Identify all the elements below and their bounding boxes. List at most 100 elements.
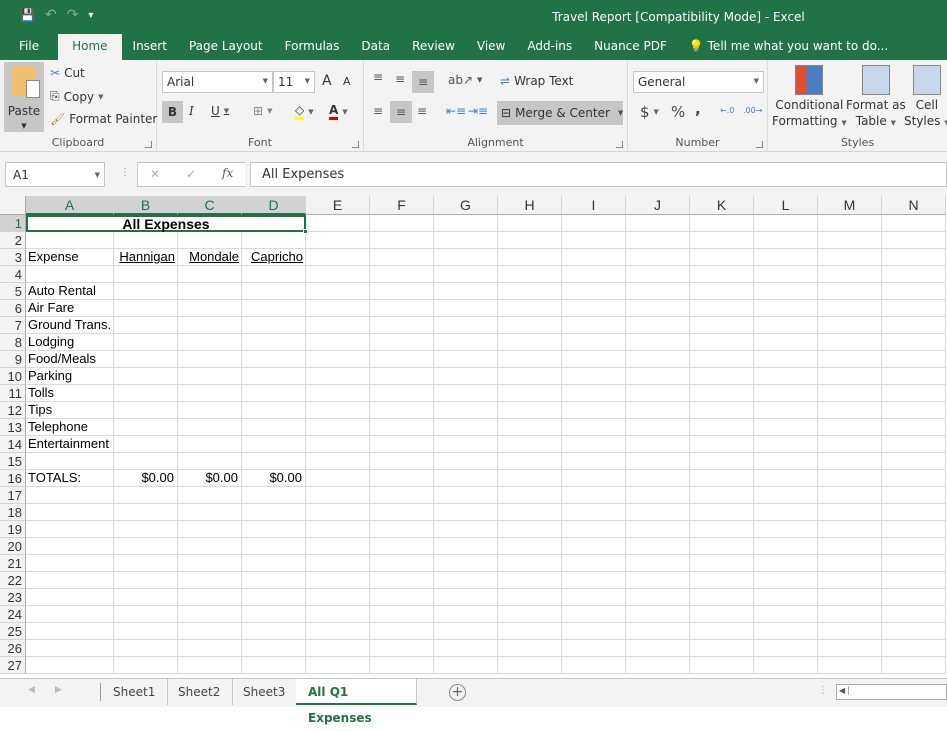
cell-g14[interactable] bbox=[434, 436, 498, 453]
cell-a1-title[interactable]: All Expenses bbox=[26, 215, 306, 232]
cell-e18[interactable] bbox=[306, 504, 370, 521]
cell-c15[interactable] bbox=[178, 453, 242, 470]
cell-l21[interactable] bbox=[754, 555, 818, 572]
row-header-9[interactable]: 9 bbox=[0, 351, 26, 368]
cell-c4[interactable] bbox=[178, 266, 242, 283]
cell-i2[interactable] bbox=[562, 232, 626, 249]
tab-view[interactable]: View bbox=[466, 34, 516, 60]
cell-l11[interactable] bbox=[754, 385, 818, 402]
cell-a6[interactable]: Air Fare bbox=[26, 300, 114, 317]
cell-k22[interactable] bbox=[690, 572, 754, 589]
cell-e9[interactable] bbox=[306, 351, 370, 368]
cell-g26[interactable] bbox=[434, 640, 498, 657]
underline-button[interactable]: U ▼ bbox=[211, 104, 229, 118]
cell-i27[interactable] bbox=[562, 657, 626, 674]
row-header-19[interactable]: 19 bbox=[0, 521, 26, 538]
cell-j15[interactable] bbox=[626, 453, 690, 470]
row-header-2[interactable]: 2 bbox=[0, 232, 26, 249]
cell-m9[interactable] bbox=[818, 351, 882, 368]
cell-b24[interactable] bbox=[114, 606, 178, 623]
cell-l19[interactable] bbox=[754, 521, 818, 538]
cell-l7[interactable] bbox=[754, 317, 818, 334]
cell-j10[interactable] bbox=[626, 368, 690, 385]
align-left-button[interactable]: ≡ bbox=[373, 104, 383, 118]
cell-l10[interactable] bbox=[754, 368, 818, 385]
font-size-select[interactable]: 11 ▼ bbox=[273, 71, 315, 93]
row-header-12[interactable]: 12 bbox=[0, 402, 26, 419]
cell-h2[interactable] bbox=[498, 232, 562, 249]
cell-g20[interactable] bbox=[434, 538, 498, 555]
cell-m1[interactable] bbox=[818, 215, 882, 232]
cell-k25[interactable] bbox=[690, 623, 754, 640]
cell-i25[interactable] bbox=[562, 623, 626, 640]
cell-d8[interactable] bbox=[242, 334, 306, 351]
cell-h7[interactable] bbox=[498, 317, 562, 334]
sheet-tab-sheet2[interactable]: Sheet2 bbox=[166, 679, 234, 705]
cell-a22[interactable] bbox=[26, 572, 114, 589]
column-header-j[interactable]: J bbox=[626, 196, 690, 215]
cell-l9[interactable] bbox=[754, 351, 818, 368]
cell-f3[interactable] bbox=[370, 249, 434, 266]
cell-g8[interactable] bbox=[434, 334, 498, 351]
column-header-f[interactable]: F bbox=[370, 196, 434, 215]
cell-h1[interactable] bbox=[498, 215, 562, 232]
select-all-button[interactable] bbox=[0, 196, 26, 215]
cell-i9[interactable] bbox=[562, 351, 626, 368]
cell-l1[interactable] bbox=[754, 215, 818, 232]
cell-k20[interactable] bbox=[690, 538, 754, 555]
cell-f12[interactable] bbox=[370, 402, 434, 419]
cell-a12[interactable]: Tips bbox=[26, 402, 114, 419]
cell-b4[interactable] bbox=[114, 266, 178, 283]
cell-h17[interactable] bbox=[498, 487, 562, 504]
cell-f5[interactable] bbox=[370, 283, 434, 300]
cell-b22[interactable] bbox=[114, 572, 178, 589]
font-name-select[interactable]: Arial ▼ bbox=[162, 71, 273, 93]
tab-home[interactable]: Home bbox=[58, 34, 122, 60]
cell-a5[interactable]: Auto Rental bbox=[26, 283, 114, 300]
cell-c24[interactable] bbox=[178, 606, 242, 623]
cell-b8[interactable] bbox=[114, 334, 178, 351]
cell-b2[interactable] bbox=[114, 232, 178, 249]
row-header-22[interactable]: 22 bbox=[0, 572, 26, 589]
cell-j21[interactable] bbox=[626, 555, 690, 572]
cell-c7[interactable] bbox=[178, 317, 242, 334]
cell-b19[interactable] bbox=[114, 521, 178, 538]
cell-i15[interactable] bbox=[562, 453, 626, 470]
cell-a27[interactable] bbox=[26, 657, 114, 674]
cell-d24[interactable] bbox=[242, 606, 306, 623]
cell-g23[interactable] bbox=[434, 589, 498, 606]
cell-m23[interactable] bbox=[818, 589, 882, 606]
comma-button[interactable]: , bbox=[695, 100, 701, 118]
cell-a18[interactable] bbox=[26, 504, 114, 521]
cell-d7[interactable] bbox=[242, 317, 306, 334]
cell-e23[interactable] bbox=[306, 589, 370, 606]
cell-b21[interactable] bbox=[114, 555, 178, 572]
scroll-left-arrow-icon[interactable]: ◀ bbox=[839, 686, 850, 695]
cell-h15[interactable] bbox=[498, 453, 562, 470]
cell-d21[interactable] bbox=[242, 555, 306, 572]
cell-m11[interactable] bbox=[818, 385, 882, 402]
row-header-20[interactable]: 20 bbox=[0, 538, 26, 555]
cell-g21[interactable] bbox=[434, 555, 498, 572]
cell-l2[interactable] bbox=[754, 232, 818, 249]
cell-j22[interactable] bbox=[626, 572, 690, 589]
cell-j9[interactable] bbox=[626, 351, 690, 368]
cell-d9[interactable] bbox=[242, 351, 306, 368]
cell-n12[interactable] bbox=[882, 402, 946, 419]
cell-l23[interactable] bbox=[754, 589, 818, 606]
tab-review[interactable]: Review bbox=[401, 34, 466, 60]
cell-k17[interactable] bbox=[690, 487, 754, 504]
cell-m20[interactable] bbox=[818, 538, 882, 555]
cell-j17[interactable] bbox=[626, 487, 690, 504]
cell-e5[interactable] bbox=[306, 283, 370, 300]
cell-b14[interactable] bbox=[114, 436, 178, 453]
cell-e8[interactable] bbox=[306, 334, 370, 351]
cell-d15[interactable] bbox=[242, 453, 306, 470]
cell-f7[interactable] bbox=[370, 317, 434, 334]
cell-l20[interactable] bbox=[754, 538, 818, 555]
cell-i23[interactable] bbox=[562, 589, 626, 606]
cell-b5[interactable] bbox=[114, 283, 178, 300]
cell-n9[interactable] bbox=[882, 351, 946, 368]
cell-e4[interactable] bbox=[306, 266, 370, 283]
cell-a24[interactable] bbox=[26, 606, 114, 623]
